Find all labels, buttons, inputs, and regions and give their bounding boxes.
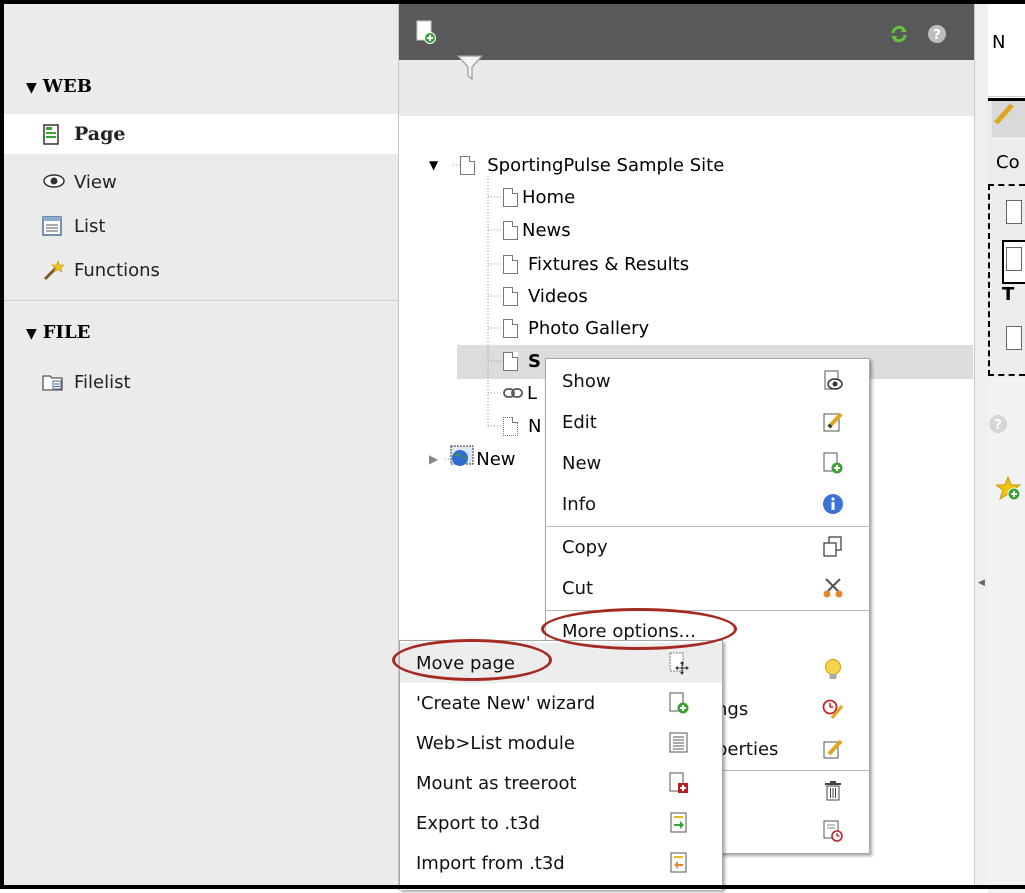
screenshot-frame (0, 0, 1025, 889)
